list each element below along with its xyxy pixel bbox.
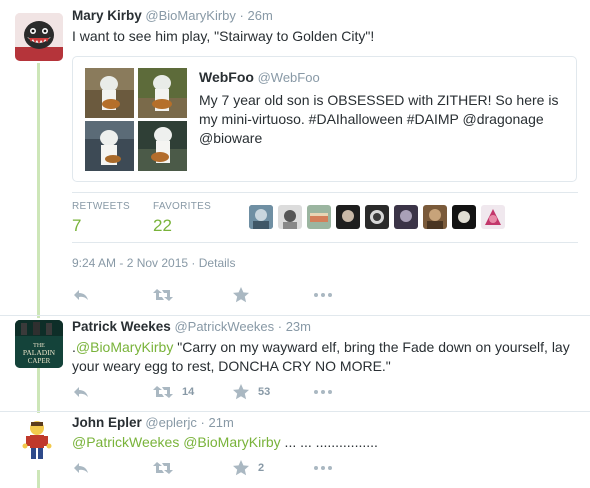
favoriter-avatar[interactable] <box>365 205 389 229</box>
text-body: "Carry on my wayward elf, bring the Fade… <box>173 339 570 355</box>
tweet-header: Patrick Weekes @PatrickWeekes · 23m <box>72 319 311 334</box>
reply-icon <box>72 286 90 304</box>
tweet-metadata: 9:24 AM - 2 Nov 2015 · Details <box>72 256 235 270</box>
author-name[interactable]: Mary Kirby <box>72 8 142 23</box>
tweet-time[interactable]: 23m <box>286 319 311 334</box>
favoriter-avatar[interactable] <box>481 205 505 229</box>
quoted-tweet-text: My 7 year old son is OBSESSED with ZITHE… <box>199 92 559 146</box>
retweets-stat[interactable]: RETWEETS 7 <box>72 201 130 236</box>
favoriter-avatar[interactable] <box>336 205 360 229</box>
favorite-icon <box>232 286 250 304</box>
tweet-time[interactable]: 21m <box>208 415 233 430</box>
tweet-time-separator: · <box>239 8 244 23</box>
avatar-text-line: CAPER <box>28 357 51 365</box>
retweets-label: RETWEETS <box>72 201 130 212</box>
retweet-icon <box>152 459 174 477</box>
media-thumbnail[interactable] <box>138 68 187 118</box>
mention-link[interactable]: @BioMaryKirby <box>76 339 173 355</box>
tweet-timestamp[interactable]: 9:24 AM - 2 Nov 2015 <box>72 256 188 270</box>
reply-button[interactable] <box>72 286 90 304</box>
retweet-button[interactable] <box>152 286 174 304</box>
favorite-count: 2 <box>258 462 265 474</box>
favorite-button[interactable] <box>232 286 250 304</box>
favorite-icon <box>232 459 250 477</box>
more-icon <box>313 286 333 304</box>
favorites-stat[interactable]: FAVORITES 22 <box>153 201 211 236</box>
tweet-time-separator: · <box>200 415 205 430</box>
retweet-count: 14 <box>182 386 195 398</box>
more-icon <box>313 383 333 401</box>
favoriter-avatar[interactable] <box>307 205 331 229</box>
tweet-time[interactable]: 26m <box>248 8 273 23</box>
quoted-tweet-header: WebFoo @WebFoo <box>199 69 320 85</box>
favorite-count: 53 <box>258 386 271 398</box>
favorite-button[interactable]: 53 <box>232 383 270 401</box>
more-icon <box>313 459 333 477</box>
media-thumbnail[interactable] <box>138 121 187 171</box>
tweet-header: Mary Kirby @BioMaryKirby · 26m <box>72 8 273 23</box>
retweet-button[interactable] <box>152 459 174 477</box>
more-button[interactable] <box>313 459 333 477</box>
author-handle[interactable]: @BioMaryKirby <box>145 8 236 23</box>
retweet-icon <box>152 286 174 304</box>
author-name[interactable]: John Epler <box>72 415 142 430</box>
text-body: ... ... ................ <box>280 434 378 450</box>
mention-link[interactable]: @BioMaryKirby <box>183 434 280 450</box>
media-thumbnail[interactable] <box>85 121 134 171</box>
favorite-icon <box>232 383 250 401</box>
divider <box>0 315 590 316</box>
retweets-count[interactable]: 7 <box>72 216 130 236</box>
avatar-john-epler[interactable] <box>15 416 63 464</box>
favorites-label: FAVORITES <box>153 201 212 212</box>
more-button[interactable] <box>313 383 333 401</box>
divider <box>72 242 578 243</box>
tweet-header: John Epler @eplerjc · 21m <box>72 415 234 430</box>
quoted-author-name[interactable]: WebFoo <box>199 69 254 85</box>
media-thumbnail[interactable] <box>85 68 134 118</box>
quoted-tweet-card[interactable]: WebFoo @WebFoo My 7 year old son is OBSE… <box>72 56 577 182</box>
thread-line <box>37 368 40 413</box>
retweet-icon <box>152 383 174 401</box>
favoriter-avatar[interactable] <box>394 205 418 229</box>
favoriter-avatar[interactable] <box>423 205 447 229</box>
divider <box>72 192 578 193</box>
retweet-button[interactable]: 14 <box>152 383 194 401</box>
quoted-author-handle[interactable]: @WebFoo <box>258 70 320 85</box>
author-name[interactable]: Patrick Weekes <box>72 319 171 334</box>
tweet-time-separator: · <box>277 319 283 334</box>
thread-line <box>37 63 40 318</box>
metadata-separator: · <box>191 256 196 270</box>
avatar-text-line: PALADIN <box>23 348 56 357</box>
favoriter-avatar[interactable] <box>452 205 476 229</box>
author-handle[interactable]: @eplerjc <box>145 415 197 430</box>
reply-icon <box>72 383 90 401</box>
more-button[interactable] <box>313 286 333 304</box>
mention-link[interactable]: @PatrickWeekes <box>72 434 179 450</box>
avatar-mary-kirby[interactable] <box>15 13 63 61</box>
tweet-text: @PatrickWeekes @BioMaryKirby ... ... ...… <box>72 433 378 452</box>
tweet-text: .@BioMaryKirby "Carry on my wayward elf,… <box>72 338 570 357</box>
favorite-button[interactable]: 2 <box>232 459 264 477</box>
tweet-text: I want to see him play, "Stairway to Gol… <box>72 28 375 44</box>
author-handle[interactable]: @PatrickWeekes <box>174 319 274 334</box>
tweet-text-continued: your weary egg to rest, DONCHA CRY NO MO… <box>72 358 391 374</box>
favoriter-avatar[interactable] <box>278 205 302 229</box>
avatar-patrick-weekes[interactable]: THE PALADIN CAPER <box>15 320 63 368</box>
favoriter-avatar[interactable] <box>249 205 273 229</box>
favorites-count[interactable]: 22 <box>153 216 211 236</box>
reply-button[interactable] <box>72 383 90 401</box>
divider <box>0 411 590 412</box>
reply-icon <box>72 459 90 477</box>
reply-button[interactable] <box>72 459 90 477</box>
quoted-media-grid[interactable] <box>85 68 187 171</box>
thread-line <box>37 470 40 488</box>
details-link[interactable]: Details <box>199 256 236 270</box>
